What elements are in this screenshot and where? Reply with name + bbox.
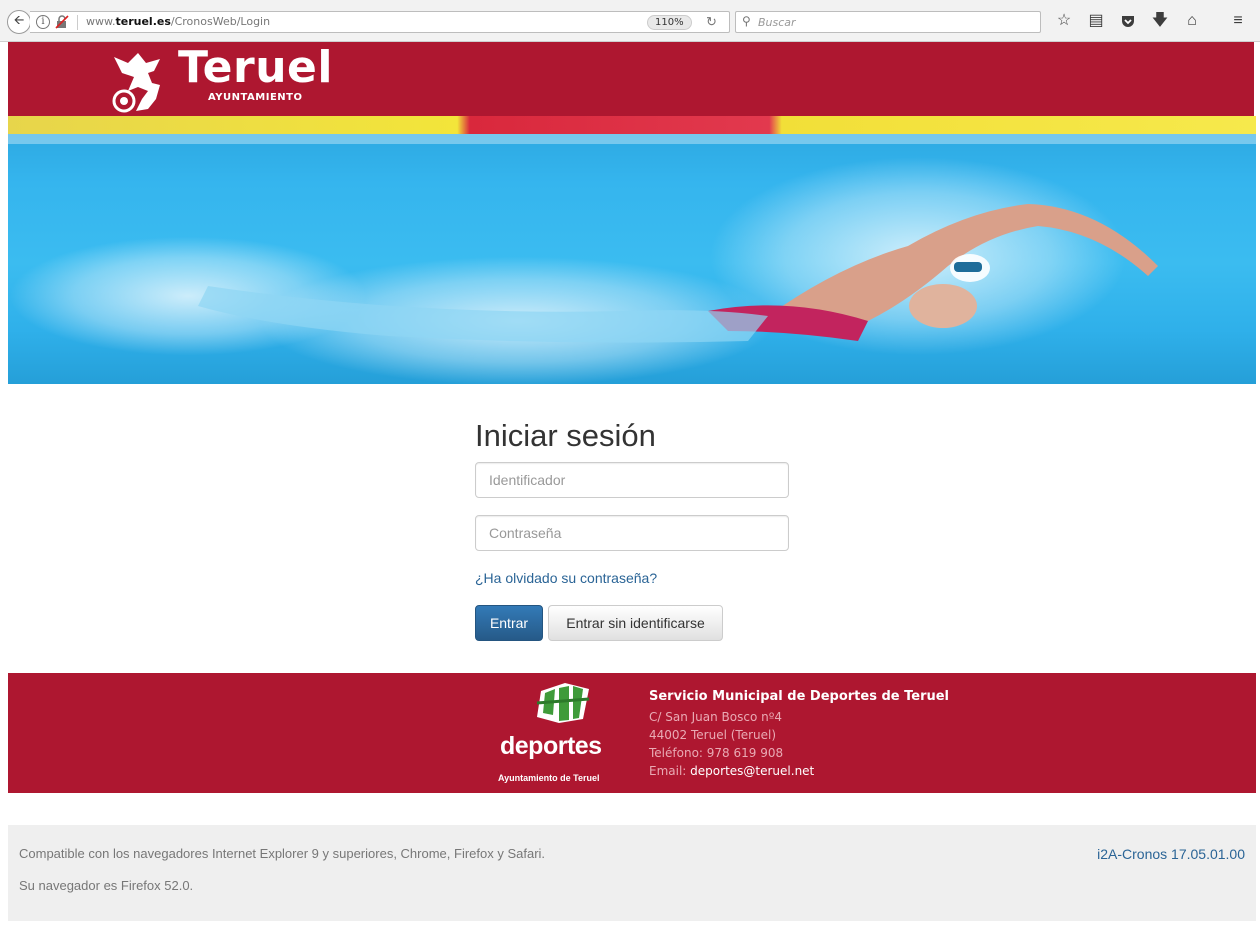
- city-line: 44002 Teruel (Teruel): [649, 728, 777, 742]
- hero-banner-image: [8, 116, 1256, 384]
- organization-name: Servicio Municipal de Deportes de Teruel: [649, 689, 950, 704]
- home-icon[interactable]: ⌂: [1181, 10, 1203, 32]
- download-icon[interactable]: 🡇: [1149, 10, 1171, 32]
- version-link[interactable]: i2A-Cronos 17.05.01.00: [1097, 845, 1245, 863]
- url-text[interactable]: www.teruel.es/CronosWeb/Login: [86, 15, 270, 28]
- footer-band: deportes Ayuntamiento de Teruel Servicio…: [8, 673, 1256, 793]
- forgot-password-link[interactable]: ¿Ha olvidado su contraseña?: [475, 569, 657, 587]
- site-subtitle: AYUNTAMIENTO: [208, 92, 303, 103]
- compatibility-text: Compatible con los navegadores Internet …: [19, 846, 546, 861]
- back-arrow-icon[interactable]: 🡨: [7, 10, 31, 34]
- identifier-field[interactable]: [475, 462, 789, 498]
- password-field[interactable]: [475, 515, 789, 551]
- pocket-icon[interactable]: [1117, 10, 1139, 32]
- zoom-level-badge[interactable]: 110%: [647, 15, 692, 30]
- compatibility-bar: Compatible con los navegadores Internet …: [8, 825, 1256, 921]
- address-bar[interactable]: i www.teruel.es/CronosWeb/Login 110% ↻: [30, 11, 730, 33]
- site-header: Teruel AYUNTAMIENTO: [8, 42, 1254, 116]
- teruel-emblem-icon[interactable]: [108, 51, 166, 113]
- bookmark-star-icon[interactable]: ☆: [1053, 10, 1075, 32]
- url-path: /CronosWeb/Login: [170, 15, 271, 28]
- url-prefix: www.: [86, 15, 116, 28]
- login-button[interactable]: Entrar: [475, 605, 543, 641]
- search-icon: ⚲: [742, 14, 751, 28]
- search-input[interactable]: ⚲ Buscar: [735, 11, 1041, 33]
- search-placeholder: Buscar: [758, 16, 796, 29]
- anonymous-login-button[interactable]: Entrar sin identificarse: [548, 605, 723, 641]
- deportes-logo-subtitle: Ayuntamiento de Teruel: [498, 773, 600, 783]
- email-link[interactable]: deportes@teruel.net: [690, 764, 814, 778]
- reading-list-icon[interactable]: ▤: [1085, 10, 1107, 32]
- url-separator: [77, 15, 78, 30]
- browser-detected-text: Su navegador es Firefox 52.0.: [19, 878, 194, 893]
- address-line: C/ San Juan Bosco nº4: [649, 710, 783, 724]
- email-line: Email: deportes@teruel.net: [649, 763, 814, 779]
- phone-line: Teléfono: 978 619 908: [649, 746, 784, 760]
- menu-icon[interactable]: ≡: [1227, 10, 1249, 32]
- login-title: Iniciar sesión: [475, 418, 656, 453]
- url-domain: teruel.es: [115, 15, 171, 28]
- site-title[interactable]: Teruel: [178, 40, 333, 96]
- browser-toolbar: 🡨 i www.teruel.es/CronosWeb/Login 110% ↻…: [0, 0, 1260, 42]
- reload-icon[interactable]: ↻: [706, 14, 717, 30]
- swimmer-illustration: [198, 204, 1158, 343]
- email-label: Email:: [649, 764, 687, 778]
- deportes-logo-text: deportes: [500, 732, 602, 760]
- broken-lock-icon[interactable]: [55, 15, 69, 29]
- info-icon[interactable]: i: [36, 15, 50, 29]
